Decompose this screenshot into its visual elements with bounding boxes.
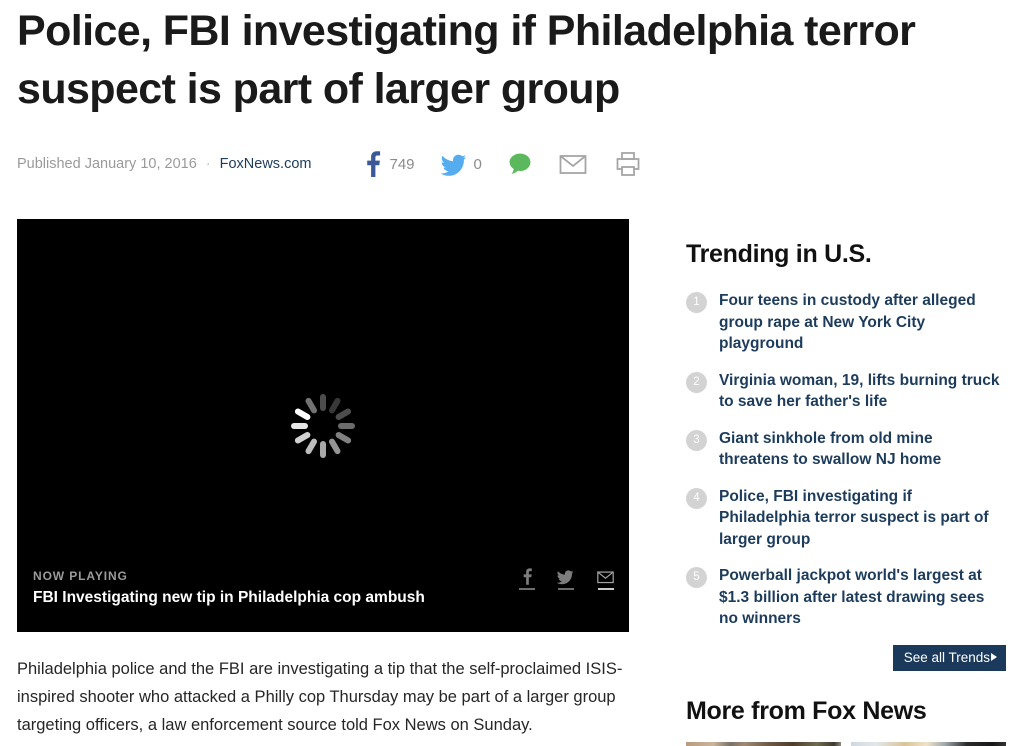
more-news-thumbnail-row [686, 741, 1006, 746]
trending-item-headline: Four teens in custody after alleged grou… [719, 292, 976, 352]
share-group: 749 0 [363, 150, 667, 178]
more-news-thumbnail-1[interactable] [686, 741, 841, 746]
thumbnail-image [851, 741, 1006, 746]
envelope-icon [559, 155, 587, 174]
more-news-thumbnail-2[interactable] [851, 741, 1006, 746]
article-body-paragraph: Philadelphia police and the FBI are inve… [17, 660, 623, 734]
printer-icon [616, 152, 640, 176]
trending-list: 1 Four teens in custody after alleged gr… [686, 290, 1006, 630]
thumbnail-image [686, 741, 841, 746]
rank-badge: 2 [686, 371, 707, 393]
trending-item-2[interactable]: 2 Virginia woman, 19, lifts burning truc… [686, 370, 1006, 413]
facebook-share-count: 749 [389, 155, 415, 173]
video-share-group [497, 568, 615, 590]
trending-item-headline: Virginia woman, 19, lifts burning truck … [719, 371, 1000, 411]
see-all-trends-wrap: See all Trends [686, 644, 1006, 671]
video-share-twitter-button[interactable] [557, 568, 574, 590]
comment-bubble-icon [509, 153, 531, 174]
email-share-button[interactable] [558, 151, 588, 177]
loading-spinner-icon [291, 393, 355, 458]
rank-badge: 5 [686, 567, 707, 588]
video-caption: NOW PLAYING FBI Investigating new tip in… [33, 569, 425, 608]
trending-item-3[interactable]: 3 Giant sinkhole from old mine threatens… [686, 428, 1006, 471]
envelope-icon [597, 571, 614, 584]
see-all-trends-button[interactable]: See all Trends [892, 644, 1006, 671]
underline [597, 588, 614, 590]
source-link[interactable]: FoxNews.com [220, 156, 312, 172]
trending-item-headline: Police, FBI investigating if Philadelphi… [719, 487, 989, 548]
published-date: Published January 10, 2016 [17, 156, 197, 172]
article-page: Police, FBI investigating if Philadelphi… [0, 0, 1022, 746]
trending-item-1[interactable]: 1 Four teens in custody after alleged gr… [686, 290, 1006, 355]
page-title: Police, FBI investigating if Philadelphi… [17, 7, 916, 113]
twitter-icon [557, 570, 574, 585]
caret-right-icon [991, 653, 997, 661]
rank-badge: 4 [686, 487, 707, 509]
share-facebook-button[interactable]: 749 [363, 151, 415, 177]
underline [557, 588, 574, 590]
trending-section-title: Trending in U.S. [686, 240, 872, 268]
twitter-icon [440, 154, 466, 176]
trending-item-headline: Powerball jackpot world's largest at $1.… [719, 567, 985, 627]
video-title: FBI Investigating new tip in Philadelphi… [33, 589, 425, 606]
rank-badge: 3 [686, 429, 707, 451]
now-playing-label: NOW PLAYING [33, 569, 128, 583]
see-all-trends-label: See all Trends [903, 649, 990, 665]
print-button[interactable] [614, 150, 642, 178]
facebook-icon [523, 568, 532, 585]
underline [519, 588, 535, 590]
trending-item-headline: Giant sinkhole from old mine threatens t… [719, 429, 942, 469]
sidebar: Trending in U.S. 1 Four teens in custody… [686, 240, 1006, 746]
rank-badge: 1 [686, 292, 707, 313]
video-share-facebook-button[interactable] [519, 568, 535, 590]
trending-item-5[interactable]: 5 Powerball jackpot world's largest at $… [686, 565, 1006, 630]
video-share-email-button[interactable] [596, 569, 615, 590]
share-twitter-button[interactable]: 0 [440, 151, 482, 177]
video-player[interactable]: NOW PLAYING FBI Investigating new tip in… [17, 219, 629, 632]
facebook-icon [367, 151, 381, 177]
comments-button[interactable] [508, 152, 532, 176]
byline-separator: · [205, 156, 211, 172]
twitter-share-count: 0 [473, 155, 482, 173]
trending-item-4[interactable]: 4 Police, FBI investigating if Philadelp… [686, 486, 1006, 551]
byline-row: Published January 10, 2016 · FoxNews.com… [17, 146, 668, 182]
more-from-fox-news-title: More from Fox News [686, 696, 927, 725]
